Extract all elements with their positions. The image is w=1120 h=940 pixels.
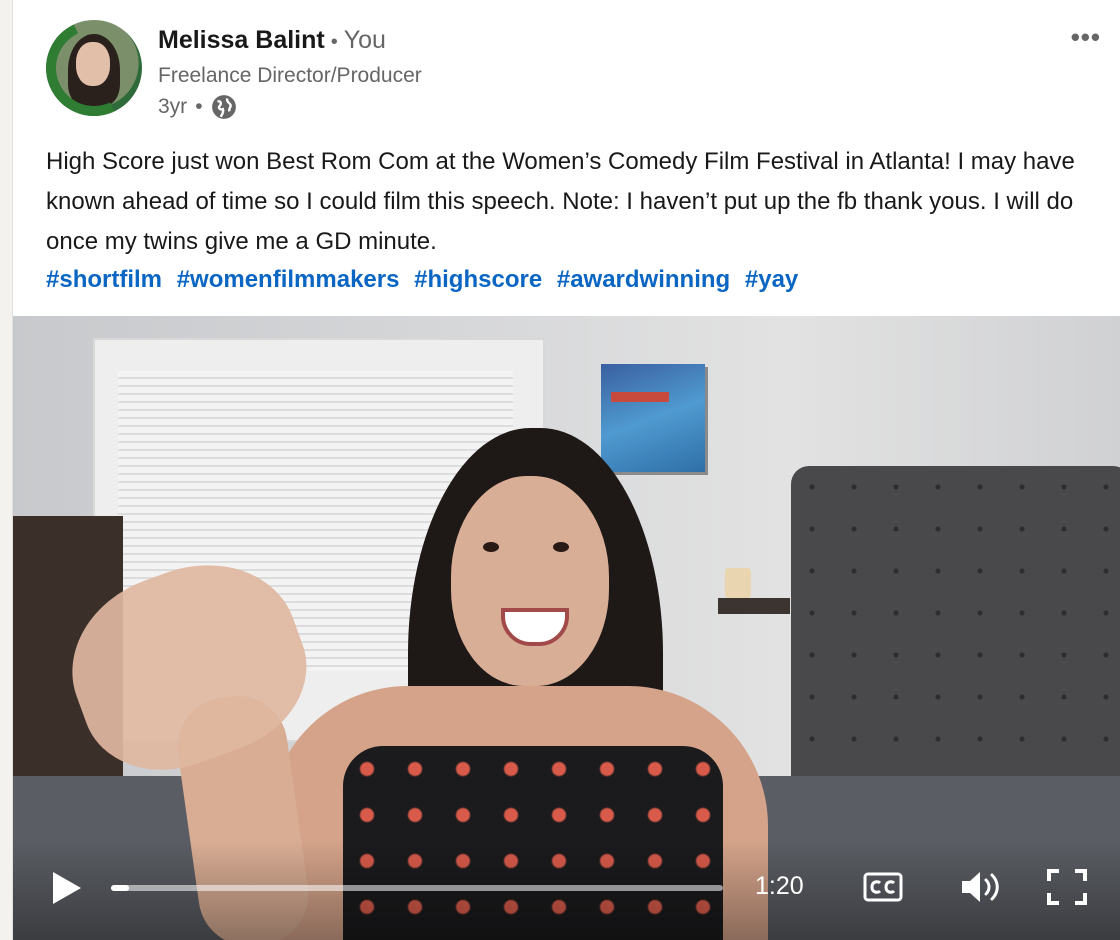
hashtag-link[interactable]: #highscore — [414, 266, 542, 293]
author-relation: You — [343, 26, 386, 54]
video-player[interactable]: 1:20 — [13, 316, 1120, 940]
video-scene-poster — [601, 364, 705, 472]
more-horizontal-icon: ••• — [1070, 22, 1101, 52]
author-name[interactable]: Melissa Balint — [158, 26, 325, 54]
separator-dot: • — [195, 95, 203, 118]
closed-captions-icon[interactable] — [863, 872, 903, 902]
post-header: Melissa Balint • You Freelance Director/Pr… — [13, 0, 1120, 130]
open-to-work-ring — [46, 20, 142, 116]
hashtag-list: #shortfilm #womenfilmmakers #highscore #… — [46, 262, 806, 298]
video-duration: 1:20 — [755, 872, 804, 900]
author-line: Melissa Balint • You — [158, 26, 386, 55]
hashtag-link[interactable]: #shortfilm — [46, 266, 162, 293]
video-scene-shelf — [718, 598, 790, 614]
video-person-face — [451, 476, 609, 686]
avatar[interactable] — [46, 20, 142, 116]
hashtag-link[interactable]: #yay — [745, 266, 798, 293]
video-progress-bar[interactable] — [111, 885, 723, 891]
post-body-text: High Score just won Best Rom Com at the … — [46, 148, 1075, 255]
post-time[interactable]: 3yr — [158, 95, 187, 119]
post-card: Melissa Balint • You Freelance Director/Pr… — [12, 0, 1120, 940]
more-options-button[interactable]: ••• — [1071, 22, 1101, 53]
hashtag-link[interactable]: #awardwinning — [557, 266, 730, 293]
separator-dot: • — [330, 31, 338, 53]
author-headline: Freelance Director/Producer — [158, 64, 422, 87]
video-person-eye — [483, 542, 499, 552]
video-progress-fill — [111, 885, 130, 891]
hashtag-link[interactable]: #womenfilmmakers — [177, 266, 400, 293]
volume-icon[interactable] — [958, 868, 1004, 906]
post-meta: 3yr • — [158, 94, 237, 120]
play-icon[interactable] — [47, 868, 87, 908]
globe-icon — [211, 95, 236, 119]
video-scene-jar — [725, 568, 751, 598]
fullscreen-icon[interactable] — [1046, 868, 1088, 906]
video-person-eye — [553, 542, 569, 552]
